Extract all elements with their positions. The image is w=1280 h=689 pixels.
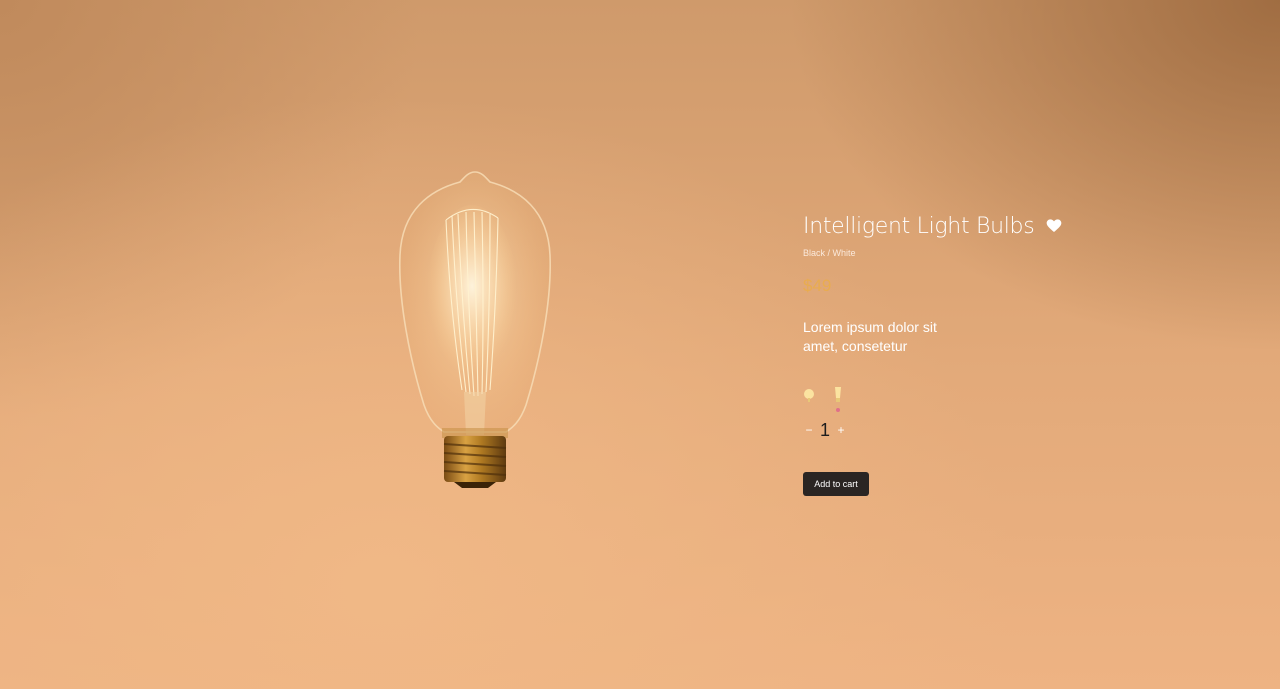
product-description: Lorem ipsum dolor sit amet, consetetur — [803, 319, 937, 354]
add-to-cart-button[interactable]: Add to cart — [803, 472, 869, 496]
title-row: Intelligent Light Bulbs — [803, 208, 1103, 244]
wishlist-button[interactable] — [1046, 218, 1062, 234]
selected-indicator — [836, 408, 840, 412]
quantity-increment-button[interactable]: + — [835, 418, 847, 442]
tall-bulb-icon — [835, 387, 841, 402]
heart-icon — [1047, 219, 1062, 232]
swatch-tall-bulb[interactable] — [831, 386, 845, 412]
swatch-round-bulb[interactable] — [803, 386, 817, 412]
product-page: Intelligent Light Bulbs Black / White $4… — [0, 0, 1280, 689]
quantity-stepper: − 1 + — [803, 418, 1103, 442]
product-details: Intelligent Light Bulbs Black / White $4… — [803, 208, 1103, 496]
round-bulb-icon — [804, 389, 814, 402]
price: $49 — [803, 276, 832, 295]
variant-label: Black / White — [803, 248, 856, 258]
product-title: Intelligent Light Bulbs — [803, 213, 1035, 239]
product-image — [380, 160, 570, 500]
style-swatches — [803, 386, 1103, 414]
quantity-value: 1 — [819, 419, 830, 440]
quantity-decrement-button[interactable]: − — [803, 418, 815, 442]
edison-bulb-illustration — [398, 171, 552, 488]
